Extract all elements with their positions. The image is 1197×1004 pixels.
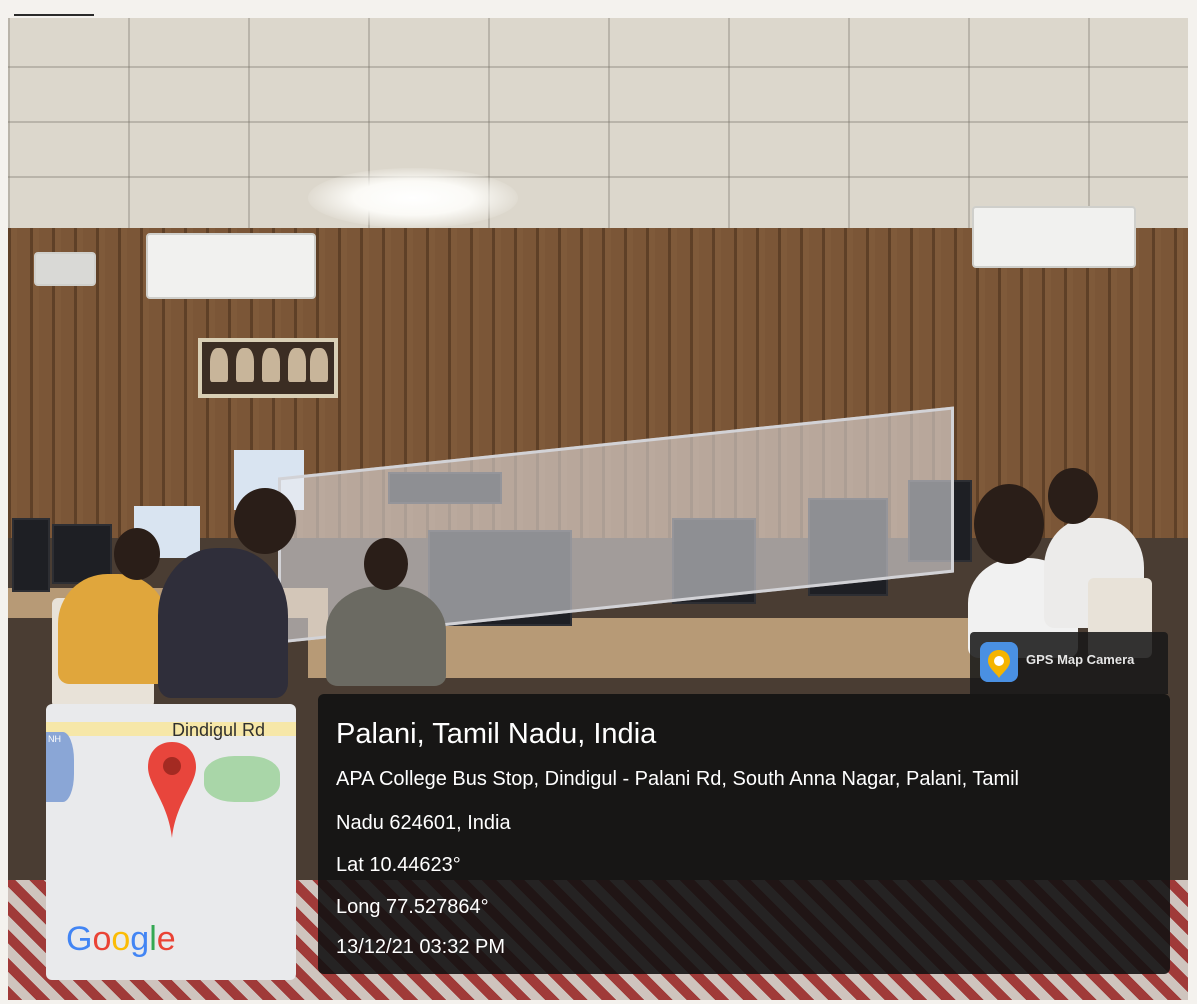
person <box>58 574 168 684</box>
wall-photo-frame <box>198 338 338 398</box>
place-name: Palani, Tamil Nadu, India <box>336 718 657 750</box>
latitude: Lat 10.44623° <box>336 854 461 876</box>
monitor <box>12 518 50 592</box>
map-pin-icon <box>148 742 196 838</box>
gps-map-camera-icon <box>980 642 1018 682</box>
person-head <box>1048 468 1098 524</box>
person-head <box>114 528 160 580</box>
road-label: Dindigul Rd <box>172 720 266 740</box>
air-conditioner <box>972 206 1136 268</box>
location-info-card: Palani, Tamil Nadu, India APA College Bu… <box>318 694 1170 974</box>
app-name: GPS Map Camera <box>1026 652 1135 667</box>
person <box>326 586 446 686</box>
ceiling-light <box>308 168 518 228</box>
app-badge: GPS Map Camera <box>970 632 1168 694</box>
air-conditioner <box>146 233 316 299</box>
longitude: Long 77.527864° <box>336 896 489 918</box>
address-line-2: Nadu 624601, India <box>336 812 511 834</box>
person-head <box>364 538 408 590</box>
stabilizer-box <box>34 252 96 286</box>
google-logo: Google <box>66 920 176 958</box>
route-shield-label: NH <box>48 734 61 744</box>
person-head <box>234 488 296 554</box>
person <box>158 548 288 698</box>
person-head <box>974 484 1044 564</box>
address-line-1: APA College Bus Stop, Dindigul - Palani … <box>336 768 1019 790</box>
park-area <box>204 756 280 802</box>
timestamp: 13/12/21 03:32 PM <box>336 936 506 958</box>
map-thumbnail: Dindigul Rd NH Google <box>46 704 296 980</box>
scan-edge-line <box>14 14 94 16</box>
